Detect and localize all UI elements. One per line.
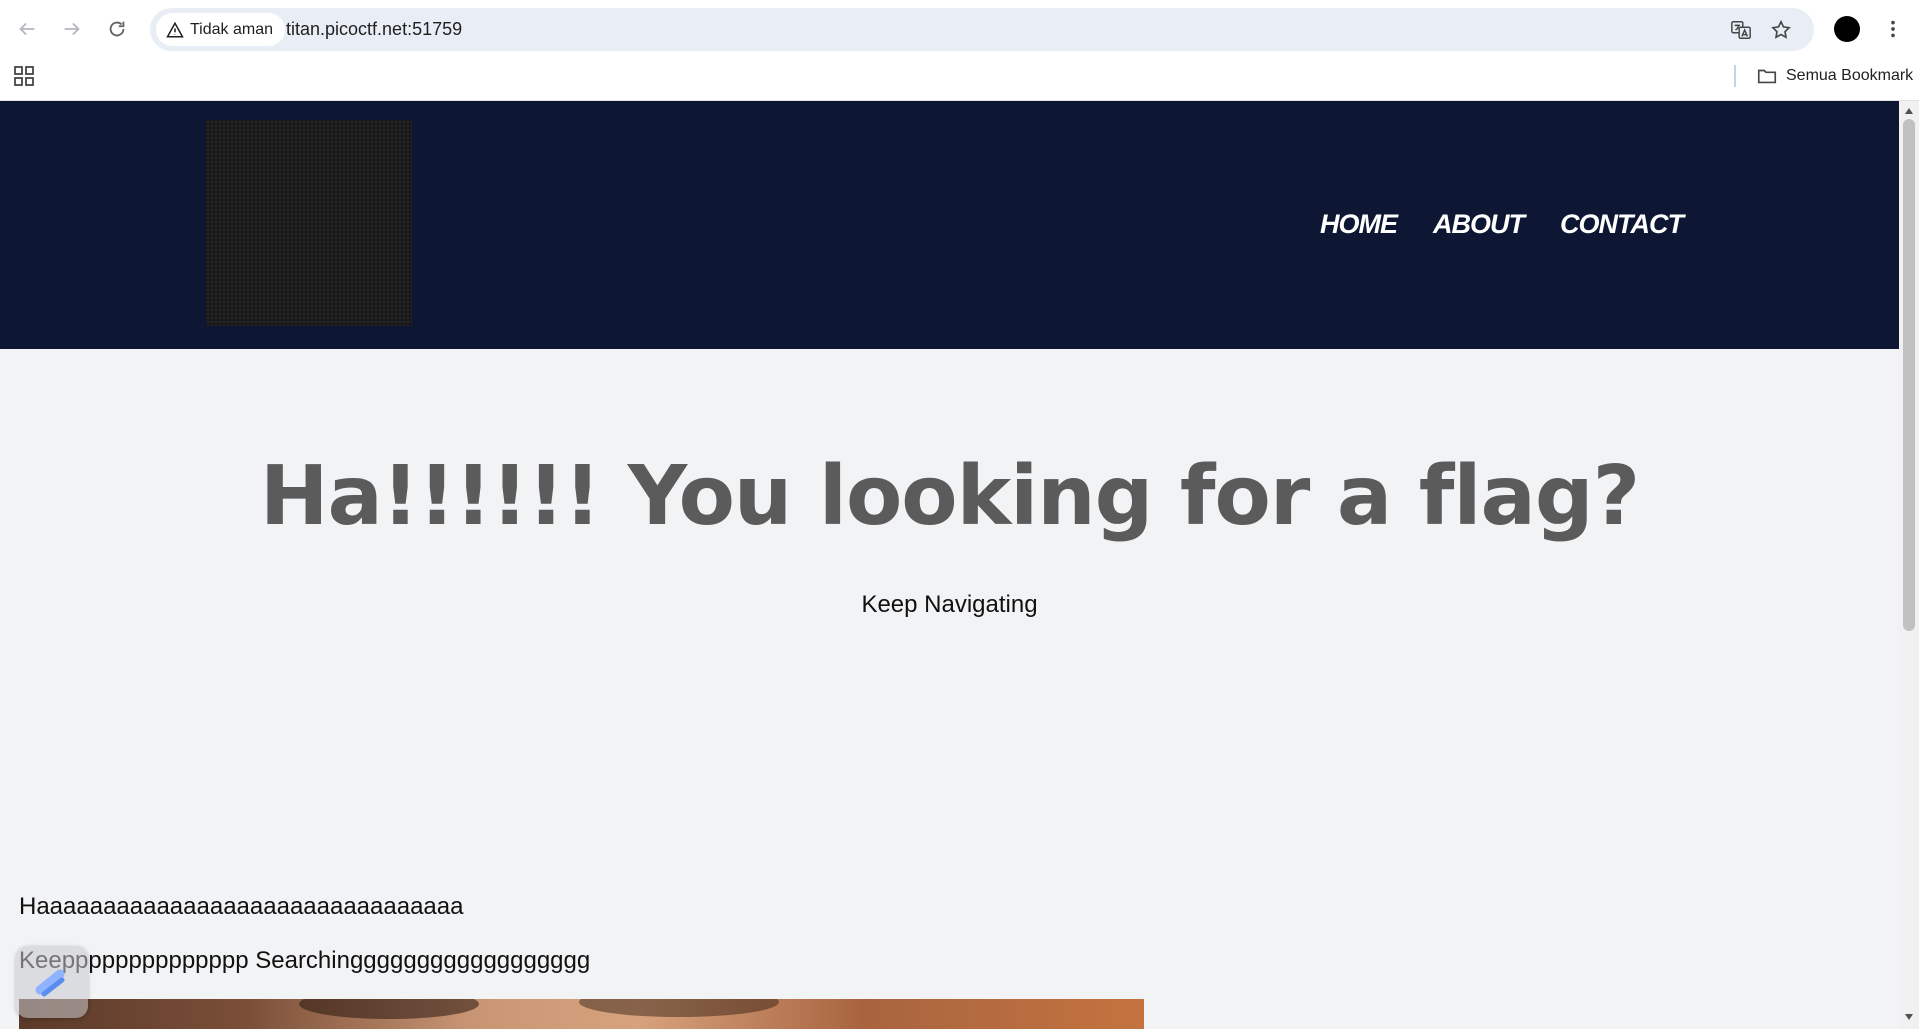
floating-extension-widget[interactable]: [16, 946, 88, 1018]
more-vert-icon: [1891, 20, 1895, 38]
nav-home-link[interactable]: HOME: [1320, 209, 1398, 240]
all-bookmarks-button[interactable]: Semua Bookmark: [1756, 64, 1913, 88]
security-indicator[interactable]: Tidak aman: [156, 13, 285, 46]
extension-logo-icon: [35, 969, 65, 997]
site-nav: HOME ABOUT CONTACT: [1320, 209, 1684, 240]
nav-contact-link[interactable]: CONTACT: [1560, 209, 1684, 240]
reload-icon: [109, 21, 125, 37]
url-text[interactable]: titan.picoctf.net:51759: [286, 19, 462, 40]
face-photo: [19, 999, 1144, 1029]
text-line-one: Haaaaaaaaaaaaaaaaaaaaaaaaaaaaaaaa: [19, 893, 464, 920]
scroll-thumb[interactable]: [1903, 119, 1915, 631]
scroll-up-arrow[interactable]: [1899, 103, 1919, 119]
site-logo: [206, 120, 412, 326]
address-bar[interactable]: Tidak aman titan.picoctf.net:51759: [150, 8, 1814, 51]
triangle-down-icon: [1905, 1014, 1913, 1020]
forward-button[interactable]: [55, 12, 89, 46]
arrow-right-icon: [64, 22, 80, 36]
translate-icon: [1731, 21, 1751, 39]
arrow-left-icon: [19, 22, 35, 36]
translate-button[interactable]: [1728, 17, 1754, 43]
triangle-up-icon: [1905, 108, 1913, 114]
bookmark-star-button[interactable]: [1768, 17, 1794, 43]
page-heading: Ha!!!!!! You looking for a flag?: [259, 449, 1640, 544]
browser-toolbar: Tidak aman titan.picoctf.net:51759: [0, 0, 1919, 58]
bookmarks-bar: [0, 58, 1919, 101]
all-bookmarks-label: Semua Bookmark: [1786, 67, 1914, 84]
apps-grid-icon[interactable]: [12, 64, 36, 88]
folder-icon: [1757, 69, 1777, 84]
warning-icon: [166, 21, 184, 37]
page-scrollbar[interactable]: [1899, 101, 1919, 1029]
text-line-two: Keepppppppppppppp Searchingggggggggggggg…: [19, 947, 591, 974]
reload-button[interactable]: [100, 12, 134, 46]
scroll-down-arrow[interactable]: [1899, 1009, 1919, 1025]
bookmarks-separator: [1734, 65, 1736, 87]
profile-avatar[interactable]: [1834, 16, 1860, 42]
browser-menu-button[interactable]: [1880, 14, 1906, 44]
page-viewport: HOME ABOUT CONTACT Ha!!!!!! You looking …: [0, 101, 1899, 1029]
page-subheading: Keep Navigating: [861, 591, 1038, 618]
nav-about-link[interactable]: ABOUT: [1433, 209, 1525, 240]
star-icon: [1771, 19, 1791, 39]
security-label: Tidak aman: [190, 20, 273, 38]
back-button[interactable]: [10, 12, 44, 46]
site-header: HOME ABOUT CONTACT: [0, 101, 1899, 349]
